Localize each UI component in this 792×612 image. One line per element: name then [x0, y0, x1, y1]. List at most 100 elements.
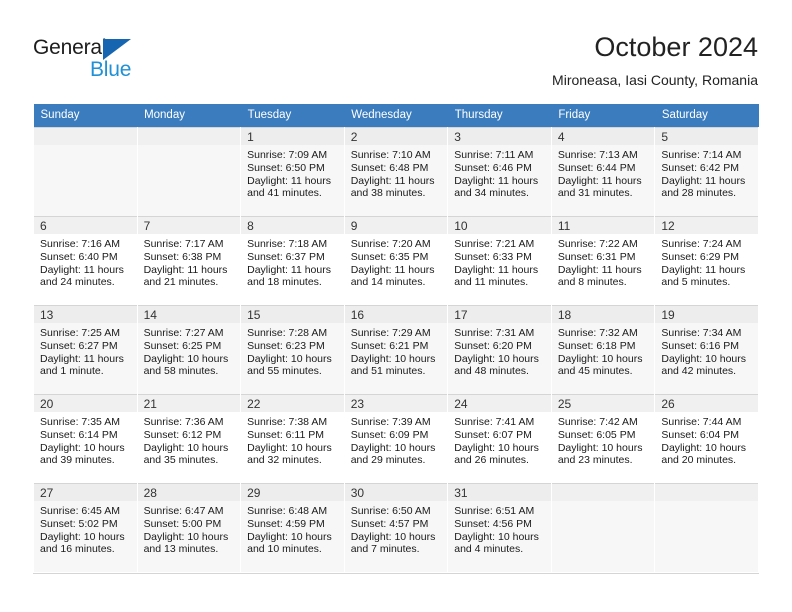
calendar-cell-inner: 24 Sunrise: 7:41 AM Sunset: 6:07 PM Dayligh… [448, 394, 551, 483]
calendar-cell-day[interactable]: 10 Sunrise: 7:21 AM Sunset: 6:33 PM Dayligh… [447, 216, 552, 305]
calendar-cell-day[interactable]: 1 Sunrise: 7:09 AM Sunset: 6:50 PM Daylight… [240, 127, 345, 216]
calendar-cell-day[interactable]: 20 Sunrise: 7:35 AM Sunset: 6:14 PM Dayligh… [33, 394, 138, 483]
sunset-time: Sunset: 6:20 PM [454, 339, 532, 352]
title-block: October 2024 Mironeasa, Iasi County, Rom… [552, 30, 758, 90]
sunset-time: Sunset: 6:44 PM [557, 161, 636, 174]
calendar-week-row: 20 Sunrise: 7:35 AM Sunset: 6:14 PM Dayligh… [33, 394, 759, 483]
calendar-cell-day[interactable]: 26 Sunrise: 7:44 AM Sunset: 6:04 PM Dayligh… [654, 394, 759, 483]
daylight-duration-line1: Daylight: 11 hours [143, 263, 228, 276]
sunrise-time: Sunrise: 7:09 AM [247, 149, 328, 161]
calendar-cell-inner: 4 Sunrise: 7:13 AM Sunset: 6:44 PM Daylight… [551, 127, 655, 216]
calendar-cell-day[interactable]: 30 Sunrise: 6:50 AM Sunset: 4:57 PM Dayligh… [343, 483, 449, 572]
calendar-cell-day[interactable]: 6 Sunrise: 7:16 AM Sunset: 6:40 PM Daylight… [33, 216, 138, 305]
calendar-cell-inner: 21 Sunrise: 7:36 AM Sunset: 6:12 PM Dayligh… [137, 394, 241, 483]
sunrise-time: Sunrise: 7:21 AM [454, 238, 535, 250]
day-details: Sunrise: 7:10 AM Sunset: 6:48 PM Daylight:… [345, 145, 448, 200]
calendar-bottom-divider [33, 573, 759, 574]
day-details: Sunrise: 7:28 AM Sunset: 6:23 PM Daylight:… [241, 323, 344, 378]
daylight-duration-line2: and 16 minutes. [40, 543, 115, 556]
calendar-cell-day[interactable]: 31 Sunrise: 6:51 AM Sunset: 4:56 PM Dayligh… [447, 483, 552, 572]
sunset-time: Sunset: 6:23 PM [247, 339, 325, 352]
calendar-cell-day[interactable]: 13 Sunrise: 7:25 AM Sunset: 6:27 PM Dayligh… [33, 305, 138, 394]
day-number [137, 128, 241, 145]
calendar-cell-day[interactable]: 15 Sunrise: 7:28 AM Sunset: 6:23 PM Dayligh… [240, 305, 345, 394]
day-details: Sunrise: 7:38 AM Sunset: 6:11 PM Daylight:… [241, 412, 344, 467]
day-number: 7 [137, 217, 241, 234]
sunset-time: Sunset: 6:42 PM [661, 161, 740, 174]
sunrise-time: Sunrise: 7:32 AM [557, 327, 638, 339]
day-details: Sunrise: 7:29 AM Sunset: 6:21 PM Daylight:… [345, 323, 448, 378]
sunrise-time: Sunrise: 7:10 AM [350, 149, 431, 161]
sunset-time: Sunset: 6:48 PM [350, 161, 429, 174]
calendar-cell-day[interactable]: 23 Sunrise: 7:39 AM Sunset: 6:09 PM Dayligh… [343, 394, 449, 483]
calendar-cell-day[interactable]: 27 Sunrise: 6:45 AM Sunset: 5:02 PM Dayligh… [33, 483, 138, 572]
daylight-duration-line2: and 34 minutes. [454, 187, 529, 200]
daylight-duration-line1: Daylight: 10 hours [454, 441, 539, 454]
calendar-cell-day[interactable]: 19 Sunrise: 7:34 AM Sunset: 6:16 PM Dayligh… [654, 305, 759, 394]
day-number: 31 [448, 484, 551, 501]
daylight-duration-line2: and 4 minutes. [454, 543, 524, 556]
daylight-duration-line2: and 38 minutes. [350, 187, 426, 200]
calendar-cell-inner: 12 Sunrise: 7:24 AM Sunset: 6:29 PM Dayligh… [655, 216, 758, 305]
calendar-cell-empty [550, 483, 656, 572]
page-subtitle: Mironeasa, Iasi County, Romania [552, 72, 758, 88]
logo-text-blue: Blue [90, 58, 132, 81]
daylight-duration-line1: Daylight: 11 hours [40, 263, 124, 276]
calendar-cell-day[interactable]: 24 Sunrise: 7:41 AM Sunset: 6:07 PM Dayligh… [447, 394, 552, 483]
daylight-duration-line1: Daylight: 10 hours [350, 352, 436, 365]
calendar-cell-day[interactable]: 12 Sunrise: 7:24 AM Sunset: 6:29 PM Dayligh… [654, 216, 759, 305]
calendar-cell-day[interactable]: 8 Sunrise: 7:18 AM Sunset: 6:37 PM Daylight… [240, 216, 345, 305]
calendar-cell-day[interactable]: 7 Sunrise: 7:17 AM Sunset: 6:38 PM Daylight… [136, 216, 242, 305]
sunset-time: Sunset: 4:56 PM [454, 517, 532, 530]
daylight-duration-line2: and 10 minutes. [247, 543, 322, 556]
calendar-cell-inner: 6 Sunrise: 7:16 AM Sunset: 6:40 PM Daylight… [34, 216, 137, 305]
weekday-header-saturday: Saturday [654, 104, 759, 127]
weekday-header-friday: Friday [551, 104, 655, 127]
calendar-cell-day[interactable]: 11 Sunrise: 7:22 AM Sunset: 6:31 PM Dayligh… [550, 216, 656, 305]
calendar-cell-empty [136, 127, 242, 216]
sunset-time: Sunset: 6:31 PM [557, 250, 636, 263]
calendar-cell-day[interactable]: 29 Sunrise: 6:48 AM Sunset: 4:59 PM Dayligh… [240, 483, 345, 572]
day-details: Sunrise: 7:22 AM Sunset: 6:31 PM Daylight:… [552, 234, 655, 289]
day-number: 26 [655, 395, 758, 412]
daylight-duration-line2: and 45 minutes. [557, 365, 633, 378]
calendar-cell-day[interactable]: 16 Sunrise: 7:29 AM Sunset: 6:21 PM Dayligh… [343, 305, 449, 394]
sunset-time: Sunset: 5:02 PM [40, 517, 118, 530]
day-number: 23 [344, 395, 448, 412]
calendar-cell-day[interactable]: 18 Sunrise: 7:32 AM Sunset: 6:18 PM Dayligh… [550, 305, 656, 394]
calendar-cell-day[interactable]: 17 Sunrise: 7:31 AM Sunset: 6:20 PM Dayligh… [447, 305, 552, 394]
daylight-duration-line2: and 32 minutes. [247, 454, 322, 467]
calendar-cell-day[interactable]: 22 Sunrise: 7:38 AM Sunset: 6:11 PM Dayligh… [240, 394, 345, 483]
daylight-duration-line2: and 8 minutes. [557, 276, 627, 289]
calendar-cell-day[interactable]: 28 Sunrise: 6:47 AM Sunset: 5:00 PM Dayligh… [136, 483, 242, 572]
calendar-cell-day[interactable]: 4 Sunrise: 7:13 AM Sunset: 6:44 PM Daylight… [550, 127, 656, 216]
day-number [34, 128, 137, 145]
calendar-cell-day[interactable]: 25 Sunrise: 7:42 AM Sunset: 6:05 PM Dayligh… [550, 394, 656, 483]
daylight-duration-line1: Daylight: 11 hours [350, 263, 435, 276]
daylight-duration-line1: Daylight: 11 hours [557, 263, 642, 276]
sunset-time: Sunset: 6:38 PM [143, 250, 222, 263]
calendar-cell-day[interactable]: 21 Sunrise: 7:36 AM Sunset: 6:12 PM Dayligh… [136, 394, 242, 483]
calendar-cell-day[interactable]: 9 Sunrise: 7:20 AM Sunset: 6:35 PM Daylight… [343, 216, 449, 305]
day-number: 27 [34, 484, 137, 501]
sunrise-time: Sunrise: 7:29 AM [350, 327, 431, 339]
sunrise-time: Sunrise: 7:13 AM [557, 149, 638, 161]
calendar-week-row: 6 Sunrise: 7:16 AM Sunset: 6:40 PM Daylight… [33, 216, 759, 305]
calendar-cell-inner: 22 Sunrise: 7:38 AM Sunset: 6:11 PM Dayligh… [241, 394, 344, 483]
calendar-cell-day[interactable]: 2 Sunrise: 7:10 AM Sunset: 6:48 PM Daylight… [343, 127, 449, 216]
weekday-header-tuesday: Tuesday [240, 104, 345, 127]
calendar-cell-day[interactable]: 3 Sunrise: 7:11 AM Sunset: 6:46 PM Daylight… [447, 127, 552, 216]
day-number: 14 [137, 306, 241, 323]
calendar-cell-day[interactable]: 14 Sunrise: 7:27 AM Sunset: 6:25 PM Dayligh… [136, 305, 242, 394]
day-details: Sunrise: 7:32 AM Sunset: 6:18 PM Daylight:… [552, 323, 655, 378]
logo-text-general: General [33, 36, 107, 59]
sunset-time: Sunset: 6:46 PM [454, 161, 532, 174]
sunrise-time: Sunrise: 7:28 AM [247, 327, 328, 339]
calendar-cell-inner: 1 Sunrise: 7:09 AM Sunset: 6:50 PM Daylight… [241, 127, 344, 216]
general-blue-logo[interactable]: General Blue [33, 36, 213, 84]
sunset-time: Sunset: 6:18 PM [557, 339, 636, 352]
sunset-time: Sunset: 6:14 PM [40, 428, 118, 441]
calendar-cell-inner: 7 Sunrise: 7:17 AM Sunset: 6:38 PM Daylight… [137, 216, 241, 305]
calendar-cell-day[interactable]: 5 Sunrise: 7:14 AM Sunset: 6:42 PM Daylight… [654, 127, 759, 216]
sunrise-time: Sunrise: 6:50 AM [350, 505, 431, 517]
